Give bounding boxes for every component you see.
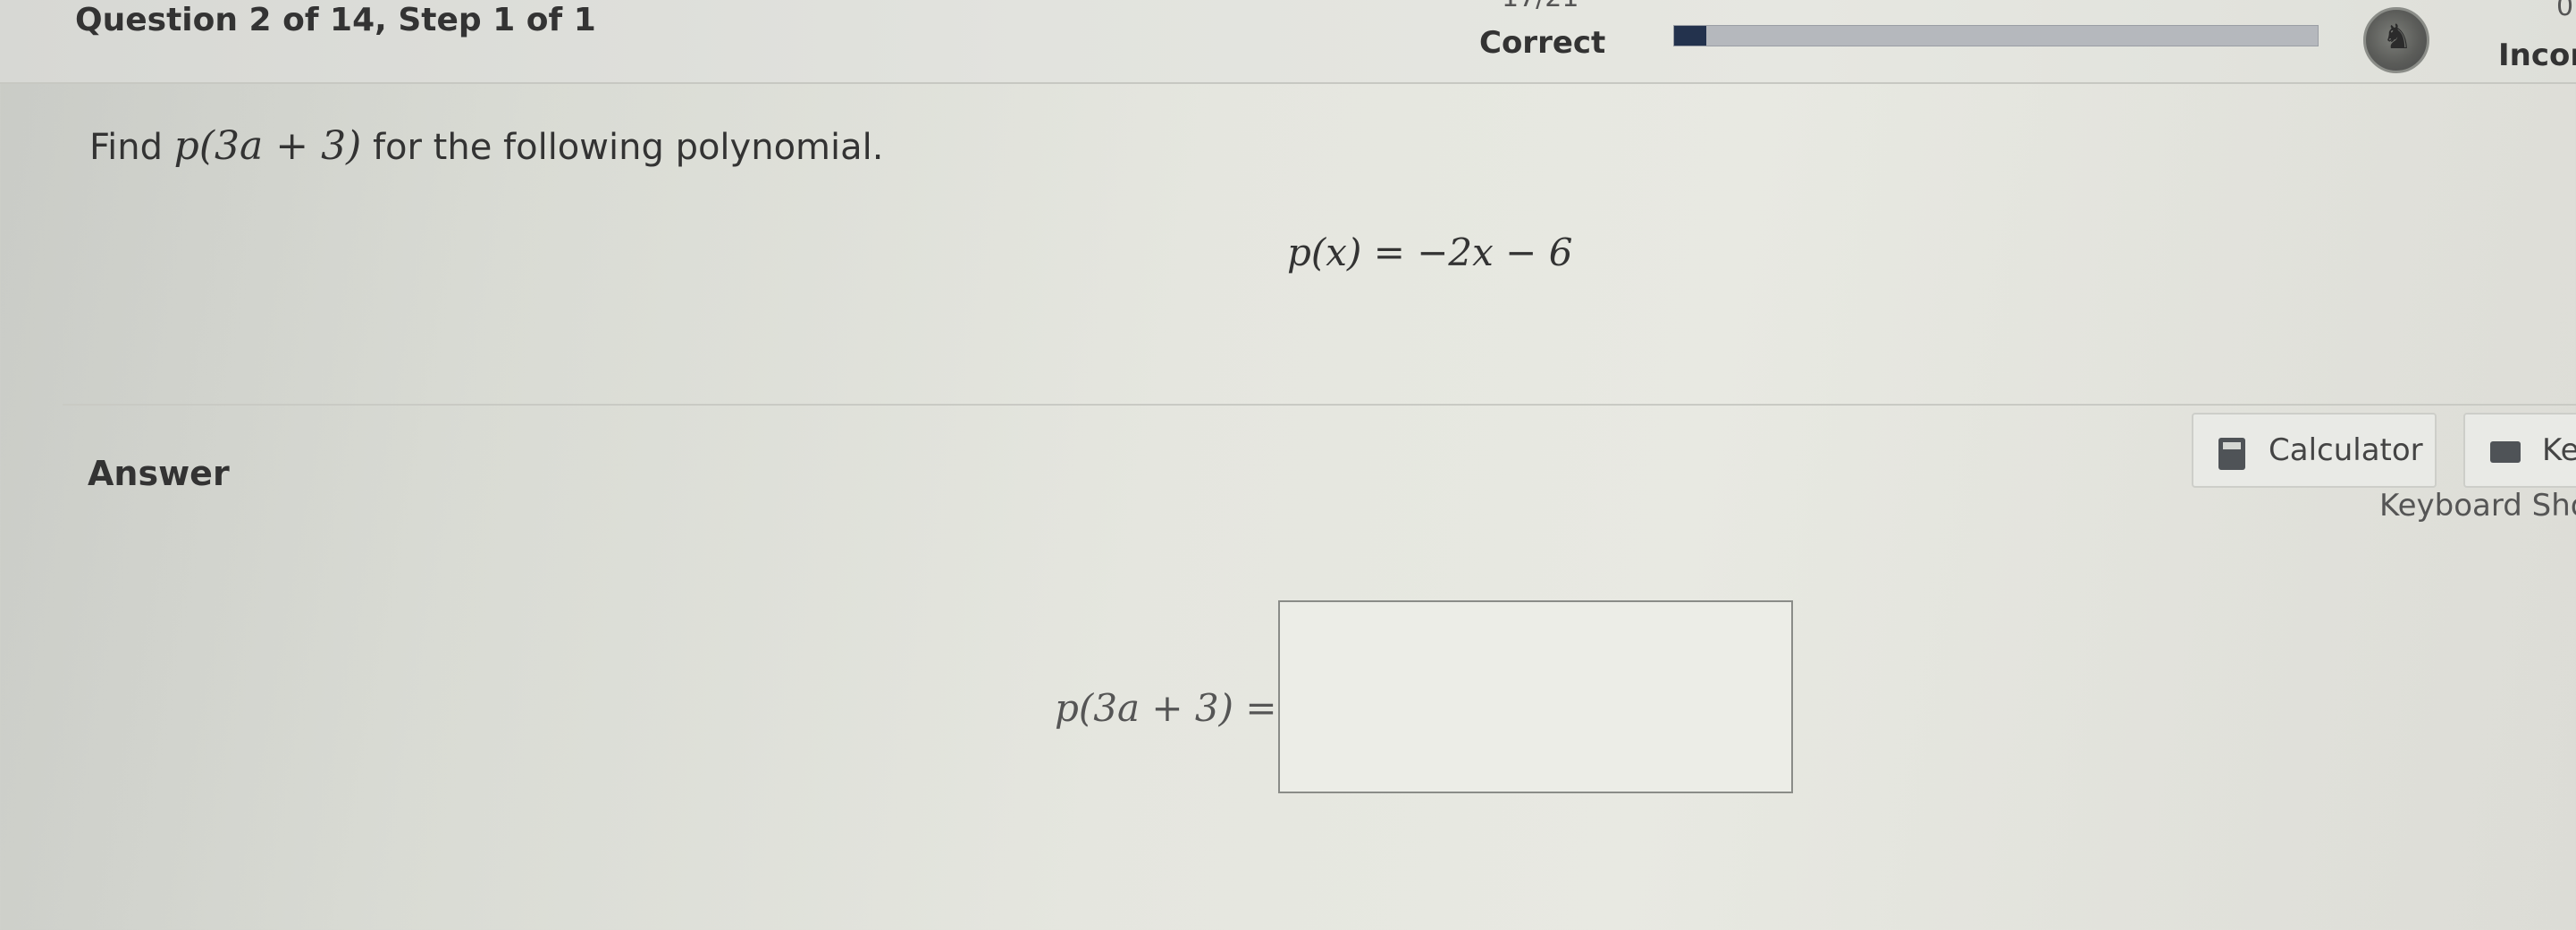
prompt-math: p(3a + 3)	[173, 123, 362, 169]
keypad-label: Ke	[2542, 432, 2576, 468]
keyboard-icon	[2490, 441, 2521, 463]
progress-fill	[1674, 26, 1706, 46]
polynomial-expression: p(x) = −2x − 6	[1287, 230, 1573, 274]
calculator-label: Calculator	[2269, 432, 2423, 468]
knight-icon: ♞	[2382, 17, 2413, 56]
answer-expression: p(3a + 3) =	[1055, 686, 1277, 730]
avatar[interactable]: ♞	[2363, 7, 2429, 73]
calculator-button[interactable]: Calculator	[2192, 413, 2437, 488]
answer-heading: Answer	[88, 454, 230, 493]
question-title: Question 2 of 14, Step 1 of 1	[75, 2, 596, 38]
answer-input[interactable]	[1278, 600, 1793, 793]
section-divider	[63, 404, 2576, 406]
top-header: Question 2 of 14, Step 1 of 1 17/21 Corr…	[0, 0, 2576, 84]
keypad-button[interactable]: Ke	[2463, 413, 2576, 488]
incorrect-count: 0	[2556, 0, 2574, 22]
prompt-prefix: Find	[89, 127, 174, 168]
question-prompt: Find p(3a + 3) for the following polynom…	[89, 123, 883, 169]
correct-count: 17/21	[1502, 0, 1578, 13]
prompt-suffix: for the following polynomial.	[361, 127, 884, 168]
calculator-icon	[2218, 438, 2245, 470]
keyboard-shortcuts-link[interactable]: Keyboard Shor	[2379, 488, 2576, 524]
incorrect-label: Incor	[2498, 38, 2576, 73]
progress-bar	[1673, 25, 2319, 46]
correct-label: Correct	[1479, 25, 1606, 61]
